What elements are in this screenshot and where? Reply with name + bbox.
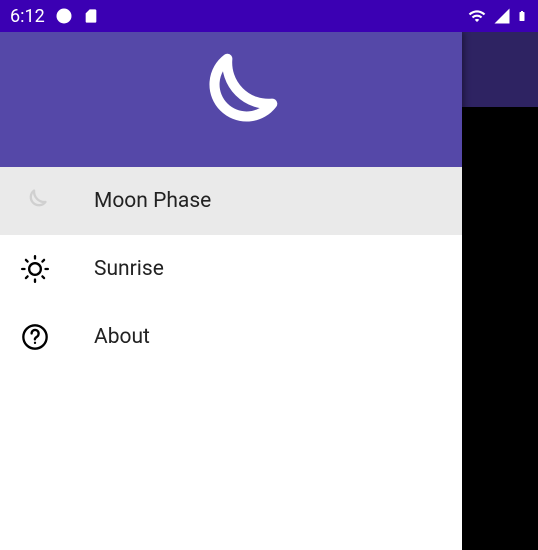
help-icon bbox=[20, 323, 50, 351]
status-bar: 6:12 bbox=[0, 0, 538, 32]
status-left: 6:12 bbox=[10, 6, 99, 27]
wifi-icon bbox=[466, 7, 488, 25]
menu-item-label: Sunrise bbox=[94, 257, 164, 281]
menu-item-moon-phase[interactable]: Moon Phase bbox=[0, 167, 462, 235]
moon-icon bbox=[176, 45, 286, 155]
status-time: 6:12 bbox=[10, 6, 45, 27]
signal-icon bbox=[492, 7, 512, 25]
status-right bbox=[466, 6, 528, 26]
drawer-header bbox=[0, 32, 462, 167]
notification-moon-icon bbox=[55, 7, 73, 25]
navigation-drawer[interactable]: Moon Phase Sunrise bbox=[0, 32, 462, 550]
menu-item-label: Moon Phase bbox=[94, 189, 211, 213]
battery-icon bbox=[516, 6, 528, 26]
moon-phase-icon bbox=[20, 187, 50, 215]
menu-item-about[interactable]: About bbox=[0, 303, 462, 371]
sd-card-icon bbox=[83, 7, 99, 25]
drawer-menu: Moon Phase Sunrise bbox=[0, 167, 462, 371]
menu-item-label: About bbox=[94, 325, 150, 349]
sun-icon bbox=[20, 255, 50, 283]
menu-item-sunrise[interactable]: Sunrise bbox=[0, 235, 462, 303]
